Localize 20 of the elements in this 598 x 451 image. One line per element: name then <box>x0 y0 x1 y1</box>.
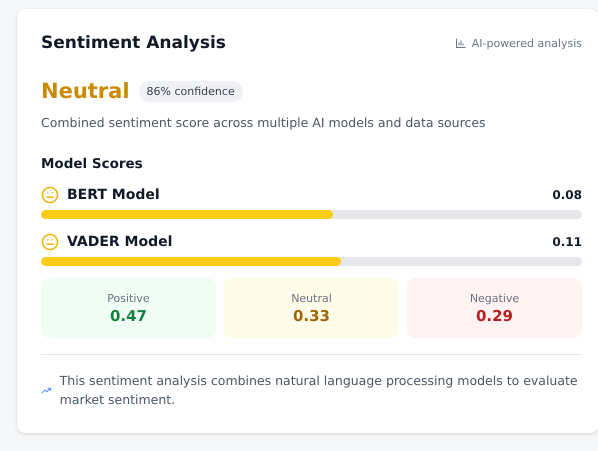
overall-sentiment: Neutral <box>41 79 130 103</box>
model-score: 0.08 <box>552 188 582 202</box>
model-name: VADER Model <box>67 234 174 250</box>
tile-value: 0.33 <box>292 306 330 324</box>
analysis-label: AI-powered analysis <box>472 36 582 50</box>
section-heading: Model Scores <box>41 156 144 172</box>
tile-value: 0.29 <box>476 306 513 324</box>
neutral-face-icon <box>41 233 59 251</box>
tile-value: 0.47 <box>110 306 147 324</box>
card-title: Sentiment Analysis <box>41 33 226 53</box>
tile-label: Negative <box>470 292 520 304</box>
confidence-badge: 86% confidence <box>138 80 243 102</box>
neutral-face-icon <box>41 186 59 204</box>
description: Combined sentiment score across multiple AI models and data sources <box>41 115 487 130</box>
model-name: BERT Model <box>67 187 161 203</box>
tile-label: Neutral <box>291 292 332 304</box>
bar-chart-icon <box>454 37 467 49</box>
footer-note: This sentiment analysis combines natural language processing models to evaluate market sentiment. <box>60 372 579 409</box>
tile-label: Positive <box>107 292 150 304</box>
model-score: 0.11 <box>552 235 582 249</box>
